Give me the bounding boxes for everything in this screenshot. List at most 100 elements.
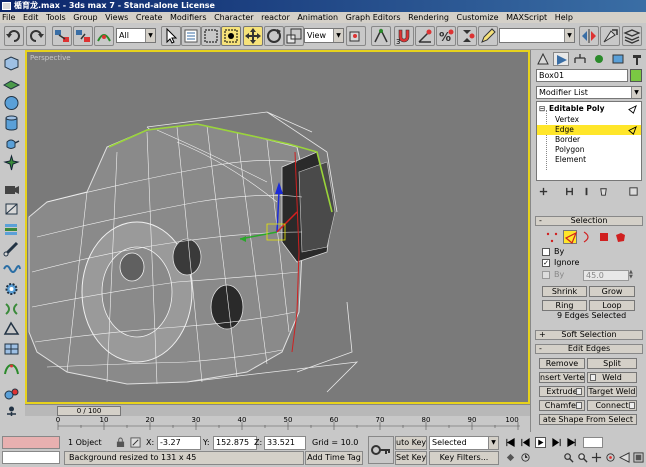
create-shape-button[interactable] [2, 320, 21, 338]
time-config-icon[interactable] [520, 452, 531, 463]
named-selection-dropdown[interactable]: ▼ [499, 28, 575, 43]
auto-key-button[interactable]: uto Key [395, 436, 427, 450]
menu-maxscript[interactable]: MAXScript [506, 13, 547, 22]
menu-file[interactable]: File [2, 13, 15, 22]
menu-views[interactable]: Views [105, 13, 128, 22]
configure-sets-icon[interactable] [628, 186, 639, 197]
modifier-list-dropdown[interactable]: Modifier List ▼ [536, 86, 642, 99]
remove-modifier-icon[interactable] [598, 186, 609, 197]
create-sphere-button[interactable] [2, 94, 21, 112]
loop-button[interactable]: Loop [589, 300, 635, 311]
align-button[interactable] [600, 26, 620, 46]
show-end-result-icon[interactable] [564, 186, 575, 197]
pivot-center-button[interactable] [346, 26, 366, 46]
y-coordinate-field[interactable]: 152.875 [213, 436, 257, 450]
grow-button[interactable]: Grow [589, 286, 635, 297]
ignore-backfacing-checkbox[interactable]: ✓ [542, 259, 550, 267]
absolute-mode-icon[interactable] [130, 437, 141, 448]
zoom-all-icon[interactable] [577, 452, 588, 463]
create-bones-button[interactable] [2, 240, 21, 258]
create-particles-button[interactable] [2, 280, 21, 298]
stack-item-polygon[interactable]: Polygon [537, 145, 641, 155]
create-plane-button[interactable] [2, 74, 21, 92]
create-box-button[interactable] [2, 54, 21, 72]
menu-create[interactable]: Create [136, 13, 163, 22]
maxscript-mini-input[interactable] [2, 451, 60, 464]
lock-icon[interactable] [116, 437, 125, 448]
create-cloth-button[interactable] [2, 220, 21, 238]
reference-coord-dropdown[interactable]: View ▼ [304, 28, 344, 43]
tab-display[interactable] [610, 52, 626, 66]
by-vertex-checkbox[interactable] [542, 248, 550, 256]
orbit-icon[interactable] [605, 452, 616, 463]
undo-button[interactable] [4, 26, 24, 46]
polygon-subobject-icon[interactable] [597, 230, 611, 244]
object-name-field[interactable]: Box01 [536, 69, 628, 82]
named-selection-button[interactable] [478, 26, 498, 46]
menu-graph-editors[interactable]: Graph Editors [346, 13, 401, 22]
menu-customize[interactable]: Customize [457, 13, 499, 22]
key-mode-icon[interactable] [505, 452, 516, 463]
unlink-button[interactable] [73, 26, 93, 46]
next-frame-icon[interactable] [551, 437, 562, 448]
previous-frame-icon[interactable] [520, 437, 531, 448]
border-subobject-icon[interactable] [580, 230, 594, 244]
target-weld-button[interactable]: Target Weld [587, 386, 637, 397]
menu-help[interactable]: Help [555, 13, 573, 22]
current-frame-field[interactable] [583, 437, 603, 448]
object-color-swatch[interactable] [630, 69, 642, 82]
rect-selection-button[interactable] [201, 26, 221, 46]
select-manipulate-button[interactable] [371, 26, 391, 46]
tab-create[interactable] [535, 52, 551, 66]
key-selection-dropdown[interactable]: Selected ▼ [429, 436, 499, 450]
create-teapot-button[interactable] [2, 134, 21, 152]
stack-item-editable-poly[interactable]: ⊟ Editable Poly [537, 104, 641, 114]
select-link-button[interactable] [52, 26, 72, 46]
chamfer-button[interactable]: Chamfer [539, 400, 585, 411]
layer-manager-button[interactable] [622, 26, 642, 46]
spinner-snap-button[interactable] [457, 26, 477, 46]
mirror-button[interactable] [579, 26, 599, 46]
create-mesh-button[interactable] [2, 340, 21, 358]
tab-modify[interactable] [553, 52, 569, 66]
weld-settings-icon[interactable] [590, 374, 596, 381]
menu-character[interactable]: Character [214, 13, 254, 22]
play-icon[interactable] [535, 437, 546, 448]
remove-button[interactable]: Remove [539, 358, 585, 369]
zoom-icon[interactable] [563, 452, 574, 463]
snap-toggle-button[interactable]: 3 [394, 26, 414, 46]
create-shape-button[interactable]: ate Shape From Select [539, 414, 637, 425]
angle-threshold-field[interactable]: 45.0 [583, 270, 629, 281]
edge-subobject-icon[interactable] [563, 230, 578, 244]
maximize-viewport-icon[interactable] [633, 452, 644, 463]
pin-stack-icon[interactable] [538, 186, 549, 197]
extrude-settings-icon[interactable] [576, 388, 582, 395]
create-cylinder-button[interactable] [2, 114, 21, 132]
go-to-start-icon[interactable] [505, 437, 516, 448]
select-by-name-button[interactable] [181, 26, 201, 46]
stack-item-border[interactable]: Border [537, 135, 641, 145]
soft-selection-rollout-header[interactable]: + Soft Selection [535, 330, 643, 340]
connect-button[interactable]: Connect [587, 400, 637, 411]
split-button[interactable]: Split [587, 358, 637, 369]
weld-button[interactable]: Weld [587, 372, 637, 383]
select-scale-button[interactable] [284, 26, 304, 46]
menu-rendering[interactable]: Rendering [408, 13, 449, 22]
perspective-viewport[interactable]: Perspective [25, 50, 530, 404]
menu-reactor[interactable]: reactor [261, 13, 290, 22]
create-helper-button[interactable] [2, 200, 21, 218]
track-bar[interactable]: 0 10 20 30 40 50 60 70 80 90 100 [0, 416, 530, 432]
stack-item-vertex[interactable]: Vertex [537, 115, 641, 125]
angle-spinner[interactable]: ▲ ▼ [629, 270, 635, 281]
add-time-tag-button[interactable]: Add Time Tag [305, 451, 363, 465]
stack-item-edge[interactable]: Edge [537, 125, 641, 135]
angle-snap-button[interactable] [415, 26, 435, 46]
maxscript-listener[interactable] [2, 436, 60, 449]
z-coordinate-field[interactable]: 33.521 [264, 436, 306, 450]
tab-hierarchy[interactable] [572, 52, 588, 66]
tab-motion[interactable] [591, 52, 607, 66]
ring-button[interactable]: Ring [542, 300, 587, 311]
make-unique-icon[interactable] [581, 186, 592, 197]
pan-icon[interactable] [591, 452, 602, 463]
create-dynamics-button[interactable] [2, 385, 21, 403]
